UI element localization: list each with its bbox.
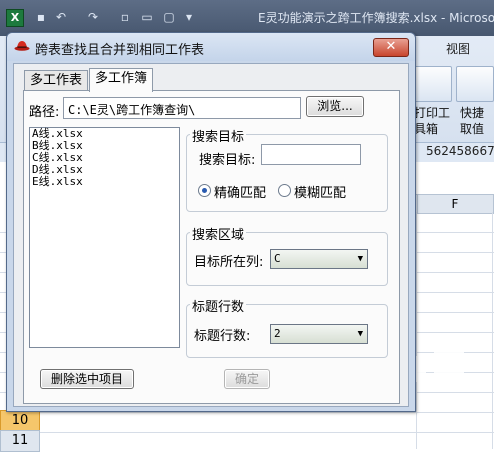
chevron-down-icon[interactable]: ▼: [358, 325, 363, 343]
tab-view[interactable]: 视图: [446, 40, 470, 57]
row-header-10[interactable]: 10: [0, 410, 40, 432]
tab-multi-workbook[interactable]: 多工作簿: [89, 68, 154, 92]
target-column-value: C: [274, 252, 281, 265]
header-rows-group-title: 标题行数: [190, 296, 247, 315]
ribbon-label-value: 取值: [460, 122, 485, 136]
browse-button[interactable]: 浏览...: [306, 96, 364, 117]
dialog-title: 跨表查找且合并到相同工作表: [35, 43, 205, 58]
customize-toolbar-icon[interactable]: ▾: [182, 10, 196, 24]
list-item[interactable]: E线.xlsx: [30, 176, 179, 188]
ribbon-label-quick: 快捷: [460, 106, 485, 120]
header-rows-select[interactable]: 2 ▼: [270, 324, 368, 344]
red-hat-icon: [14, 41, 30, 51]
grid-line: [492, 212, 493, 449]
chevron-down-icon[interactable]: ▼: [358, 250, 363, 268]
fuzzy-match-label[interactable]: 模糊匹配: [294, 182, 346, 201]
fuzzy-match-radio[interactable]: [278, 184, 291, 197]
dialog-title-bar[interactable]: 跨表查找且合并到相同工作表 ✕: [7, 33, 415, 61]
search-target-group-title: 搜索目标: [190, 126, 247, 145]
exact-match-label[interactable]: 精确匹配: [214, 182, 266, 201]
new-file-icon[interactable]: ▫: [118, 10, 132, 24]
header-rows-label: 标题行数:: [194, 329, 251, 344]
quick-value-icon[interactable]: [456, 66, 494, 102]
merge-dialog: 跨表查找且合并到相同工作表 ✕ 多工作表 多工作簿 路径: C:\E灵\跨工作簿…: [6, 32, 416, 412]
file-listbox[interactable]: A线.xlsx B线.xlsx C线.xlsx D线.xlsx E线.xlsx: [29, 127, 180, 348]
ok-button[interactable]: 确定: [224, 369, 270, 389]
print-toolbox-icon[interactable]: [414, 66, 452, 102]
undo-icon[interactable]: ↶: [54, 10, 68, 24]
grid-line: [0, 412, 494, 413]
exact-match-radio[interactable]: [198, 184, 211, 197]
ribbon-label-print: 打印工: [414, 106, 451, 120]
target-column-select[interactable]: C ▼: [270, 249, 368, 269]
path-label: 路径:: [29, 105, 60, 120]
excel-title-bar: X ▪ ↶ ↷ ▫ ▭ ▢ ▾ E灵功能演示之跨工作簿搜索.xlsx - Mic…: [0, 0, 494, 36]
open-folder-icon[interactable]: ▭: [140, 10, 154, 24]
qq-number: 562458667: [426, 144, 494, 158]
grid-line: [416, 212, 417, 449]
save-icon[interactable]: ▪: [34, 10, 48, 24]
grid-line: [0, 432, 494, 433]
search-range-group-title: 搜索区域: [190, 224, 247, 243]
ribbon-label-toolbox: 具箱: [414, 122, 439, 136]
excel-logo-icon[interactable]: X: [6, 9, 24, 27]
delete-selected-button[interactable]: 删除选中项目: [40, 369, 134, 389]
tab-multi-sheet[interactable]: 多工作表: [24, 70, 89, 91]
header-rows-value: 2: [274, 327, 281, 340]
target-column-label: 目标所在列:: [194, 255, 264, 270]
path-value: C:\E灵\跨工作簿查询\: [68, 103, 196, 117]
close-button[interactable]: ✕: [373, 38, 409, 57]
redo-icon[interactable]: ↷: [86, 10, 100, 24]
print-preview-icon[interactable]: ▢: [162, 10, 176, 24]
search-target-label: 搜索目标:: [199, 153, 256, 168]
dialog-client: 多工作表 多工作簿 路径: C:\E灵\跨工作簿查询\ 浏览... A线.xls…: [13, 63, 409, 407]
tab-panel-workbook: 路径: C:\E灵\跨工作簿查询\ 浏览... A线.xlsx B线.xlsx …: [23, 90, 400, 404]
column-header-f[interactable]: F: [416, 194, 494, 214]
document-title: E灵功能演示之跨工作簿搜索.xlsx - Microso: [258, 11, 494, 25]
search-target-input[interactable]: [261, 144, 361, 165]
